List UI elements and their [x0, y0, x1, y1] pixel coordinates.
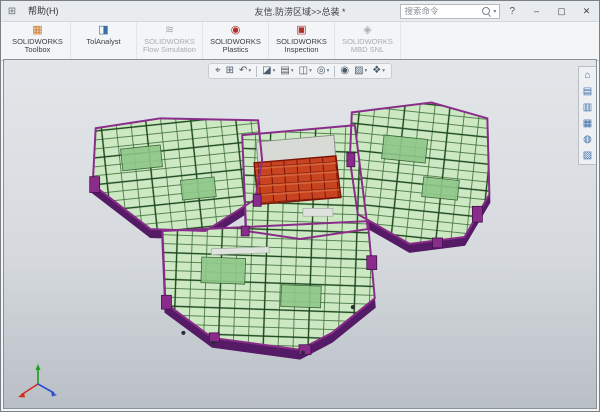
zoom-area-glyph: ⊞	[226, 65, 234, 77]
view-settings-glyph: ❖	[372, 65, 381, 77]
minimize-button[interactable]: –	[524, 1, 549, 21]
chevron-down-icon[interactable]: ▾	[309, 65, 312, 77]
hide-show-items-icon[interactable]: ◎▾	[315, 65, 332, 77]
solidworks-resources-icon[interactable]: ⌂	[584, 70, 590, 81]
chevron-down-icon[interactable]: ▾	[382, 65, 385, 77]
search-placeholder: 搜索命令	[404, 5, 479, 17]
inspection-icon: ▣	[296, 24, 306, 37]
orientation-triad	[14, 362, 60, 402]
toolbar-divider	[256, 66, 257, 77]
view-palette-icon[interactable]: ▦	[583, 118, 592, 129]
ribbon-item-solidworks-toolbox[interactable]: ▦ SOLIDWORKS Toolbox	[5, 22, 71, 60]
appearances-scenes-icon[interactable]: ◍	[583, 134, 592, 145]
plastics-icon: ◉	[231, 24, 241, 37]
mbd-snl-icon: ◈	[363, 24, 371, 37]
tolanalyst-icon: ◨	[98, 24, 108, 37]
ribbon-item-label: TolAnalyst	[73, 38, 135, 46]
chevron-down-icon[interactable]: ▾	[291, 65, 294, 77]
ribbon-item-label: SOLIDWORKS Inspection	[271, 38, 333, 54]
apply-scene-glyph: ▨	[354, 65, 363, 77]
chevron-down-icon[interactable]: ▾	[493, 8, 496, 15]
ribbon-toolbar: ▦ SOLIDWORKS Toolbox ◨ TolAnalyst ≋ SOLI…	[1, 22, 599, 61]
display-style-icon[interactable]: ◫▾	[297, 65, 314, 77]
model-canvas[interactable]	[4, 60, 596, 408]
solidworks-toolbox-icon: ▦	[32, 24, 42, 37]
menu-item-help[interactable]: 帮助(H)	[20, 2, 67, 21]
view-orientation-icon[interactable]: ▤▾	[278, 65, 295, 77]
heads-up-view-toolbar: ⌖ ⊞ ↶▾ ◪▾ ▤▾ ◫▾ ◎▾ ◉ ▨▾ ❖▾	[208, 63, 392, 79]
solidworks-window: ⊞ 帮助(H) 友信.防涝区域>>总装 * 搜索命令 ▾ ? – ▢ ✕ ▦ S…	[0, 0, 600, 412]
previous-view-glyph: ↶	[239, 65, 247, 77]
window-title: 友信.防涝区域>>总装 *	[254, 5, 345, 18]
zoom-fit-icon[interactable]: ⌖	[213, 65, 223, 77]
title-bar: ⊞ 帮助(H) 友信.防涝区域>>总装 * 搜索命令 ▾ ? – ▢ ✕	[1, 1, 599, 22]
ribbon-item-plastics[interactable]: ◉ SOLIDWORKS Plastics	[203, 22, 269, 60]
chevron-down-icon[interactable]: ▾	[248, 65, 251, 77]
view-orientation-glyph: ▤	[280, 65, 289, 77]
edit-appearance-icon[interactable]: ◉	[338, 65, 351, 77]
apply-scene-icon[interactable]: ▨▾	[352, 65, 369, 77]
maximize-button[interactable]: ▢	[549, 1, 574, 21]
chevron-down-icon[interactable]: ▾	[273, 65, 276, 77]
ribbon-item-mbd-snl: ◈ SOLIDWORKS MBD SNL	[335, 22, 401, 60]
ribbon-item-label: SOLIDWORKS Toolbox	[7, 38, 69, 54]
flow-simulation-icon: ≋	[165, 24, 174, 37]
edit-appearance-glyph: ◉	[340, 65, 349, 77]
search-icon[interactable]	[482, 7, 490, 15]
view-settings-icon[interactable]: ❖▾	[370, 65, 387, 77]
toolbar-divider	[334, 66, 335, 77]
file-explorer-icon[interactable]: ▥	[583, 102, 592, 113]
chevron-down-icon[interactable]: ▾	[327, 65, 330, 77]
ribbon-item-inspection[interactable]: ▣ SOLIDWORKS Inspection	[269, 22, 335, 60]
triad-z-axis	[38, 384, 54, 393]
zoom-fit-glyph: ⌖	[215, 65, 221, 77]
help-button[interactable]: ?	[500, 6, 524, 17]
app-icon[interactable]: ⊞	[4, 6, 20, 17]
task-pane-tab-bar: ⌂ ▤ ▥ ▦ ◍ ▧	[578, 66, 596, 165]
ribbon-item-label: SOLIDWORKS Plastics	[205, 38, 267, 54]
zoom-area-icon[interactable]: ⊞	[224, 65, 236, 77]
close-button[interactable]: ✕	[574, 1, 599, 21]
ribbon-item-label: SOLIDWORKS MBD SNL	[337, 38, 399, 54]
command-search-box[interactable]: 搜索命令 ▾	[400, 4, 500, 19]
chevron-down-icon[interactable]: ▾	[365, 65, 368, 77]
ribbon-item-label: SOLIDWORKS Flow Simulation	[139, 38, 201, 54]
design-library-icon[interactable]: ▤	[583, 86, 592, 97]
ribbon-item-flow-simulation: ≋ SOLIDWORKS Flow Simulation	[137, 22, 203, 60]
custom-properties-icon[interactable]: ▧	[583, 150, 592, 161]
section-view-glyph: ◪	[262, 65, 271, 77]
ribbon-item-tolanalyst[interactable]: ◨ TolAnalyst	[71, 22, 137, 60]
hide-show-items-glyph: ◎	[317, 65, 326, 77]
section-view-icon[interactable]: ◪▾	[260, 65, 277, 77]
graphics-area[interactable]: ⌖ ⊞ ↶▾ ◪▾ ▤▾ ◫▾ ◎▾ ◉ ▨▾ ❖▾ ⌂ ▤ ▥ ▦ ◍ ▧	[3, 59, 597, 409]
display-style-glyph: ◫	[299, 65, 308, 77]
previous-view-icon[interactable]: ↶▾	[237, 65, 253, 77]
